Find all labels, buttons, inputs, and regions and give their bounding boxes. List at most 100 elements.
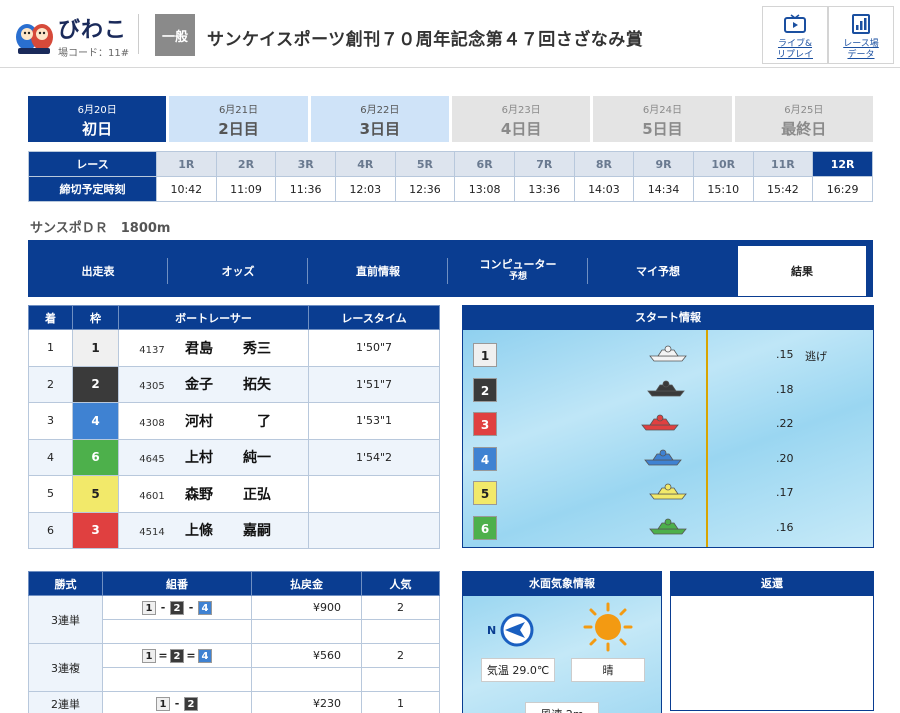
wind-direction-icon (500, 613, 534, 647)
day-date: 6月25日 (784, 105, 824, 116)
race-link-6r[interactable]: 6R (454, 151, 515, 177)
live-replay-link[interactable]: ライブ& リプレイ (762, 6, 828, 64)
tab-entry-list[interactable]: 出走表 (28, 246, 168, 296)
race-link-12r[interactable]: 12R (812, 151, 873, 177)
start-waku-badge: 2 (473, 377, 497, 402)
deadline-time: 12:36 (394, 176, 456, 202)
deadline-time: 16:29 (812, 176, 873, 202)
combo-sep: - (160, 601, 166, 614)
day-date: 6月20日 (77, 105, 117, 116)
mascot-logo-icon[interactable] (14, 12, 54, 56)
race-link-9r[interactable]: 9R (633, 151, 694, 177)
empty-cell (102, 619, 252, 644)
racer-link[interactable]: 4305 金子 拓矢 (118, 365, 309, 403)
table-row: 1 1 4137 君島 秀三 1'50"7 (28, 329, 440, 367)
racer-first-name: 秀三 (243, 340, 271, 357)
race-link-5r[interactable]: 5R (394, 151, 456, 177)
race-number-table: レース 1R 2R 3R 4R 5R 6R 7R 8R 9R 10R 11R 1… (28, 151, 873, 202)
deadline-time: 15:42 (752, 176, 814, 202)
table-row: 2連単 1- 2 ¥230 1 (28, 691, 440, 713)
tab-label: 直前情報 (356, 264, 400, 278)
start-info-water: 1.15 逃げ 2.18 3.22 4.20 5.17 6.16 (463, 330, 873, 547)
racer-last-name: 君島 (185, 340, 213, 357)
empty-cell (361, 667, 440, 692)
weather-panel: 水面気象情報 N 気温 29.0℃ 晴 風速 2m (462, 571, 662, 713)
combo-boat: 1 (156, 696, 170, 711)
racer-link[interactable]: 4514 上條 嘉嗣 (118, 511, 309, 549)
waku-badge: 6 (72, 438, 119, 476)
racer-link[interactable]: 4601 森野 正弘 (118, 475, 309, 513)
empty-cell (102, 667, 252, 692)
tab-result[interactable]: 結果 (738, 246, 866, 296)
race-link-4r[interactable]: 4R (334, 151, 396, 177)
deadline-time: 13:36 (513, 176, 575, 202)
racer-link[interactable]: 4645 上村 純一 (118, 438, 309, 476)
waku-badge: 5 (72, 475, 119, 513)
col-bet-type: 勝式 (28, 571, 103, 596)
day-label: 4日目 (500, 120, 542, 138)
payout-amount: ¥900 (251, 595, 362, 620)
race-link-1r[interactable]: 1R (156, 151, 217, 177)
start-row: 3.22 (463, 409, 873, 439)
popularity: 1 (361, 691, 440, 713)
race-link-3r[interactable]: 3R (275, 151, 336, 177)
racer-link[interactable]: 4137 君島 秀三 (118, 329, 309, 367)
day-label: 初日 (82, 120, 113, 138)
tab-my-prediction[interactable]: マイ予想 (588, 246, 728, 296)
day-tab-1[interactable]: 6月20日初日 (28, 96, 167, 142)
tab-odds[interactable]: オッズ (168, 246, 308, 296)
combo-boat: 1 (142, 648, 156, 663)
race-title: サンケイスポーツ創刊７０周年記念第４７回さざなみ賞 (207, 30, 644, 50)
rank: 4 (28, 438, 73, 476)
tab-pre-race-info[interactable]: 直前情報 (308, 246, 448, 296)
race-link-10r[interactable]: 10R (692, 151, 754, 177)
boat-icon (641, 414, 679, 431)
wind-speed: 風速 2m (525, 702, 599, 713)
combo-sep: - (188, 601, 194, 614)
start-info-title: スタート情報 (463, 306, 873, 330)
boat-icon (649, 345, 687, 362)
racer-first-name: 純一 (243, 450, 271, 467)
tab-label: コンピューター (479, 258, 557, 271)
combo-boat: 2 (170, 648, 184, 663)
racer-link[interactable]: 4308 河村 了 (118, 402, 309, 440)
day-date: 6月21日 (218, 105, 259, 116)
start-row: 4.20 (463, 444, 873, 474)
combination: 1- 2- 4 (102, 595, 252, 620)
start-timing: .18 (776, 382, 794, 396)
rank: 5 (28, 475, 73, 513)
start-waku-badge: 5 (473, 481, 497, 505)
deadline-time: 14:03 (573, 176, 635, 202)
day-tab-6: 6月25日 最終日 (734, 96, 873, 142)
venue-data-link[interactable]: レース場 データ (828, 6, 894, 64)
venue-code: 場コード：11# (58, 48, 130, 59)
popularity: 2 (361, 643, 440, 668)
waku-badge: 4 (72, 402, 119, 440)
rank: 3 (28, 402, 73, 440)
rank: 6 (28, 511, 73, 549)
race-link-11r[interactable]: 11R (752, 151, 814, 177)
day-tab-2[interactable]: 6月21日 2日目 (169, 96, 308, 142)
racer-last-name: 森野 (185, 486, 213, 503)
day-tabs: 6月20日 初日 6月21日 2日目 6月22日 3日目 6月23日 4日目 6月24日… (28, 96, 873, 142)
race-link-8r[interactable]: 8R (573, 151, 635, 177)
day-tab-3[interactable]: 6月22日 3日目 (310, 96, 449, 142)
race-number-row: レース 1R 2R 3R 4R 5R 6R 7R 8R 9R 10R 11R 1… (28, 151, 873, 177)
day-label: 5日目 (642, 120, 683, 138)
start-waku-badge: 6 (473, 515, 497, 540)
boat-icon (649, 518, 687, 534)
race-link-7r[interactable]: 7R (513, 151, 575, 177)
race-link-2r[interactable]: 2R (215, 151, 277, 177)
result-header-row: 着 枠 ボートレーサー レースタイム (28, 305, 440, 330)
bet-type: 3連単 (28, 595, 103, 644)
tab-label: マイ予想 (636, 264, 680, 278)
racer-reg-no: 4601 (139, 490, 165, 502)
weather-body: N 気温 29.0℃ 晴 風速 2m (463, 596, 661, 713)
deadline-row: 締切予定時刻 10:42 11:09 11:36 12:03 12:36 13:… (28, 176, 873, 202)
day-label: 2日目 (218, 120, 259, 138)
site-header: びわこ 場コード：11# 一般 サンケイスポーツ創刊７０周年記念第４７回さざなみ… (0, 0, 900, 68)
combo-boat: 2 (184, 696, 198, 711)
refund-title: 返還 (671, 572, 873, 596)
racer-first-name: 拓矢 (243, 377, 271, 394)
tab-computer-prediction[interactable]: コンピューター 予想 (448, 246, 588, 296)
